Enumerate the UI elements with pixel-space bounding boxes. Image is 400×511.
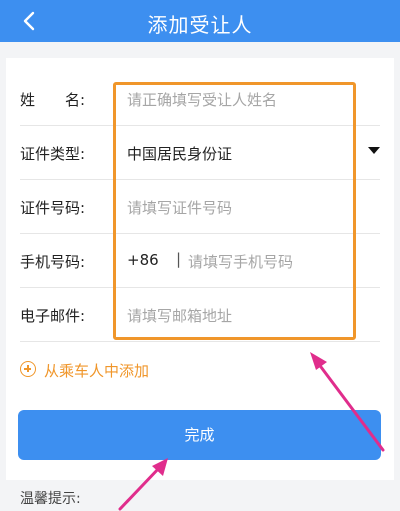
- tip-heading: 温馨提示:: [20, 491, 81, 507]
- done-button[interactable]: 完成: [18, 410, 381, 460]
- id-number-label: 证件号码:: [20, 199, 86, 217]
- divider: [20, 341, 380, 342]
- name-label: 姓 名:: [20, 91, 86, 109]
- annotation-highlight-box: [113, 82, 356, 340]
- add-from-passenger-label: 从乘车人中添加: [44, 362, 150, 380]
- email-label: 电子邮件:: [20, 307, 86, 325]
- header-bar: 添加受让人: [0, 0, 400, 42]
- phone-label: 手机号码:: [20, 253, 86, 271]
- plus-circle-icon: [20, 361, 36, 377]
- caret-down-icon[interactable]: [368, 147, 380, 154]
- id-type-label: 证件类型:: [20, 145, 86, 163]
- page-title: 添加受让人: [147, 13, 253, 37]
